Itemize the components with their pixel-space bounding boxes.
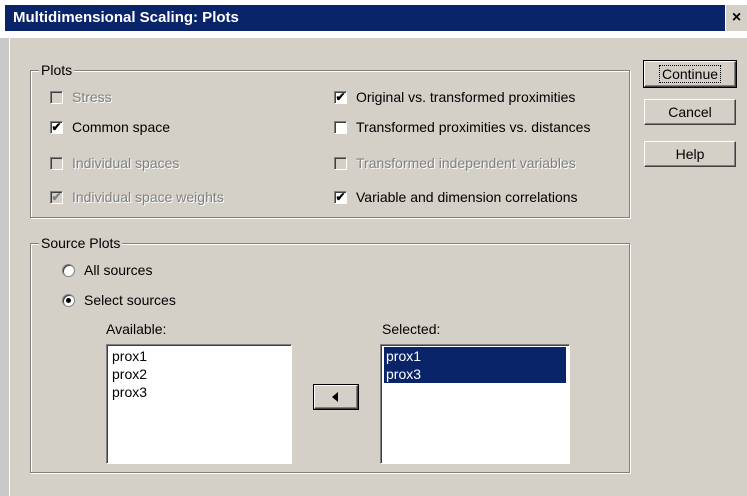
cancel-button-label[interactable]: Cancel: [668, 104, 712, 120]
checkbox-box[interactable]: [334, 121, 347, 134]
available-listbox[interactable]: prox1 prox2 prox3: [106, 344, 292, 464]
radio-button-selected[interactable]: [62, 294, 75, 307]
list-item[interactable]: prox3: [110, 383, 288, 401]
cancel-button[interactable]: Cancel: [644, 99, 736, 125]
checkmark-icon[interactable]: ✔: [334, 91, 347, 104]
list-item[interactable]: prox1: [384, 347, 566, 365]
window-frame-left: [0, 38, 10, 496]
left-arrow-icon: [332, 392, 338, 402]
individual-spaces-label: Individual spaces: [72, 155, 180, 171]
all-sources-label: All sources: [84, 262, 153, 278]
transformed-vs-distances-label: Transformed proximities vs. distances: [356, 119, 591, 135]
original-vs-transformed-label: Original vs. transformed proximities: [356, 89, 576, 105]
source-plots-group-label: Source Plots: [39, 235, 123, 251]
radio-dot-icon: [66, 298, 71, 303]
checkmark-icon[interactable]: ✔: [334, 191, 347, 204]
continue-button[interactable]: Continue: [643, 60, 737, 88]
list-item[interactable]: prox1: [110, 347, 288, 365]
checkbox-box[interactable]: [50, 157, 63, 170]
individual-space-weights-label: Individual space weights: [72, 189, 224, 205]
help-button[interactable]: Help: [644, 141, 736, 167]
available-label: Available:: [106, 321, 167, 337]
plots-group-label: Plots: [39, 62, 75, 78]
window-title: Multidimensional Scaling: Plots: [13, 9, 239, 26]
selected-label: Selected:: [382, 321, 441, 337]
close-button[interactable]: ×: [725, 5, 747, 31]
common-space-label: Common space: [72, 119, 171, 135]
continue-button-label[interactable]: Continue: [658, 65, 722, 83]
title-bar-background: Multidimensional Scaling: Plots: [5, 5, 747, 31]
checkbox-box[interactable]: [334, 157, 347, 170]
move-left-button[interactable]: [313, 384, 359, 410]
list-item[interactable]: prox3: [384, 365, 566, 383]
checkmark-icon[interactable]: ✔: [50, 121, 63, 134]
transformed-independent-variables-label: Transformed independent variables: [356, 155, 576, 171]
close-icon[interactable]: ×: [732, 9, 741, 26]
list-item[interactable]: prox2: [110, 365, 288, 383]
checkmark-icon[interactable]: ✔: [50, 191, 63, 204]
radio-button[interactable]: [62, 264, 75, 277]
checkbox-box[interactable]: [50, 91, 63, 104]
stress-label: Stress: [72, 89, 112, 105]
variable-dimension-correlations-label: Variable and dimension correlations: [356, 189, 578, 205]
help-button-label[interactable]: Help: [676, 146, 705, 162]
title-bar: Multidimensional Scaling: Plots ×: [0, 0, 747, 38]
selected-listbox[interactable]: prox1 prox3: [380, 344, 570, 464]
select-sources-label: Select sources: [84, 292, 176, 308]
